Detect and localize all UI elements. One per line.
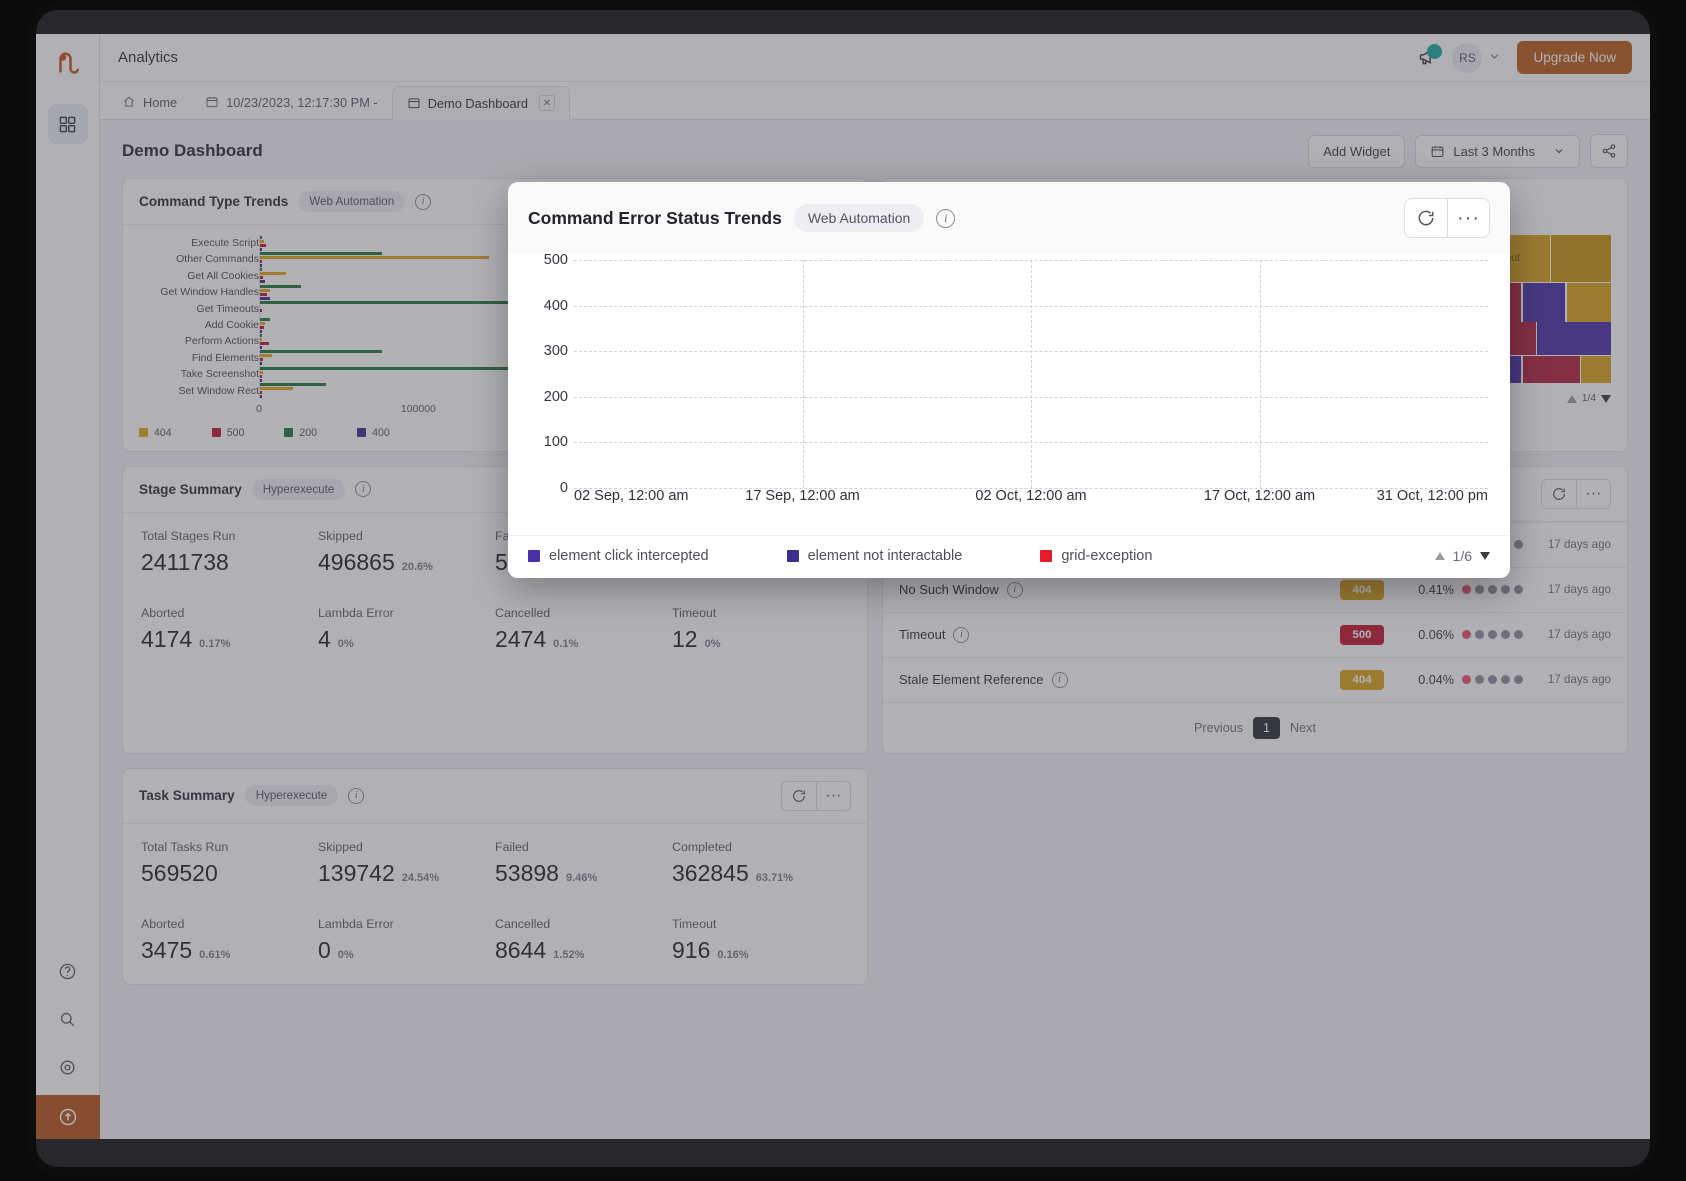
- legend-page-indicator: 1/6: [1453, 548, 1472, 564]
- legend-item[interactable]: element not interactable: [787, 548, 963, 564]
- refresh-icon[interactable]: [1405, 199, 1447, 237]
- chart-y-tick: 400: [544, 298, 568, 314]
- chart-y-tick: 0: [560, 480, 568, 496]
- chart-x-tick: 17 Sep, 12:00 am: [745, 488, 859, 504]
- legend-prev-icon[interactable]: [1435, 552, 1445, 560]
- chart-x-tick: 31 Oct, 12:00 pm: [1377, 488, 1488, 504]
- legend-next-icon[interactable]: [1480, 552, 1490, 560]
- legend-label: element click intercepted: [549, 548, 709, 564]
- chart-y-axis: 0100200300400500: [522, 260, 574, 488]
- chart-y-tick: 100: [544, 434, 568, 450]
- legend-items: element click intercepted element not int…: [528, 548, 1230, 564]
- info-icon[interactable]: i: [936, 209, 955, 228]
- modal-header-buttons: ···: [1404, 198, 1490, 238]
- legend-swatch: [787, 550, 799, 562]
- chart-plot-area: [574, 260, 1488, 488]
- chart-y-tick: 300: [544, 343, 568, 359]
- modal-chip: Web Automation: [794, 204, 924, 232]
- modal-legend: element click intercepted element not int…: [508, 535, 1510, 578]
- chart-x-tick: 02 Sep, 12:00 am: [574, 488, 688, 504]
- chart-y-tick: 500: [544, 252, 568, 268]
- legend-item[interactable]: element click intercepted: [528, 548, 709, 564]
- legend-label: grid-exception: [1061, 548, 1152, 564]
- legend-swatch: [528, 550, 540, 562]
- chart-x-axis: 02 Sep, 12:00 am 17 Sep, 12:00 am 02 Oct, …: [574, 488, 1488, 510]
- modal-title: Command Error Status Trends: [528, 208, 782, 229]
- device-bezel: Analytics RS Upgrade Now Home: [36, 10, 1650, 1167]
- screenshot-root: Analytics RS Upgrade Now Home: [0, 0, 1686, 1181]
- stacked-bar-chart: 0100200300400500 02 Sep, 12:00 am17 Sep,…: [522, 260, 1496, 510]
- modal-header: Command Error Status Trends Web Automati…: [508, 182, 1510, 254]
- legend-swatch: [1040, 550, 1052, 562]
- chart-y-tick: 200: [544, 389, 568, 405]
- more-options-icon[interactable]: ···: [1447, 199, 1489, 237]
- chart-bars: [574, 260, 1488, 488]
- legend-label: element not interactable: [808, 548, 963, 564]
- legend-item[interactable]: grid-exception: [1040, 548, 1152, 564]
- modal-body: 0 100 200 300 400 500 02 Sep, 12:00 am 17 Sep,…: [508, 254, 1510, 535]
- legend-pagination: 1/6: [1435, 548, 1490, 564]
- chart-x-tick: 17 Oct, 12:00 am: [1204, 488, 1315, 504]
- chart-x-tick: 02 Oct, 12:00 am: [975, 488, 1086, 504]
- command-error-status-trends-modal: Command Error Status Trends Web Automati…: [508, 182, 1510, 578]
